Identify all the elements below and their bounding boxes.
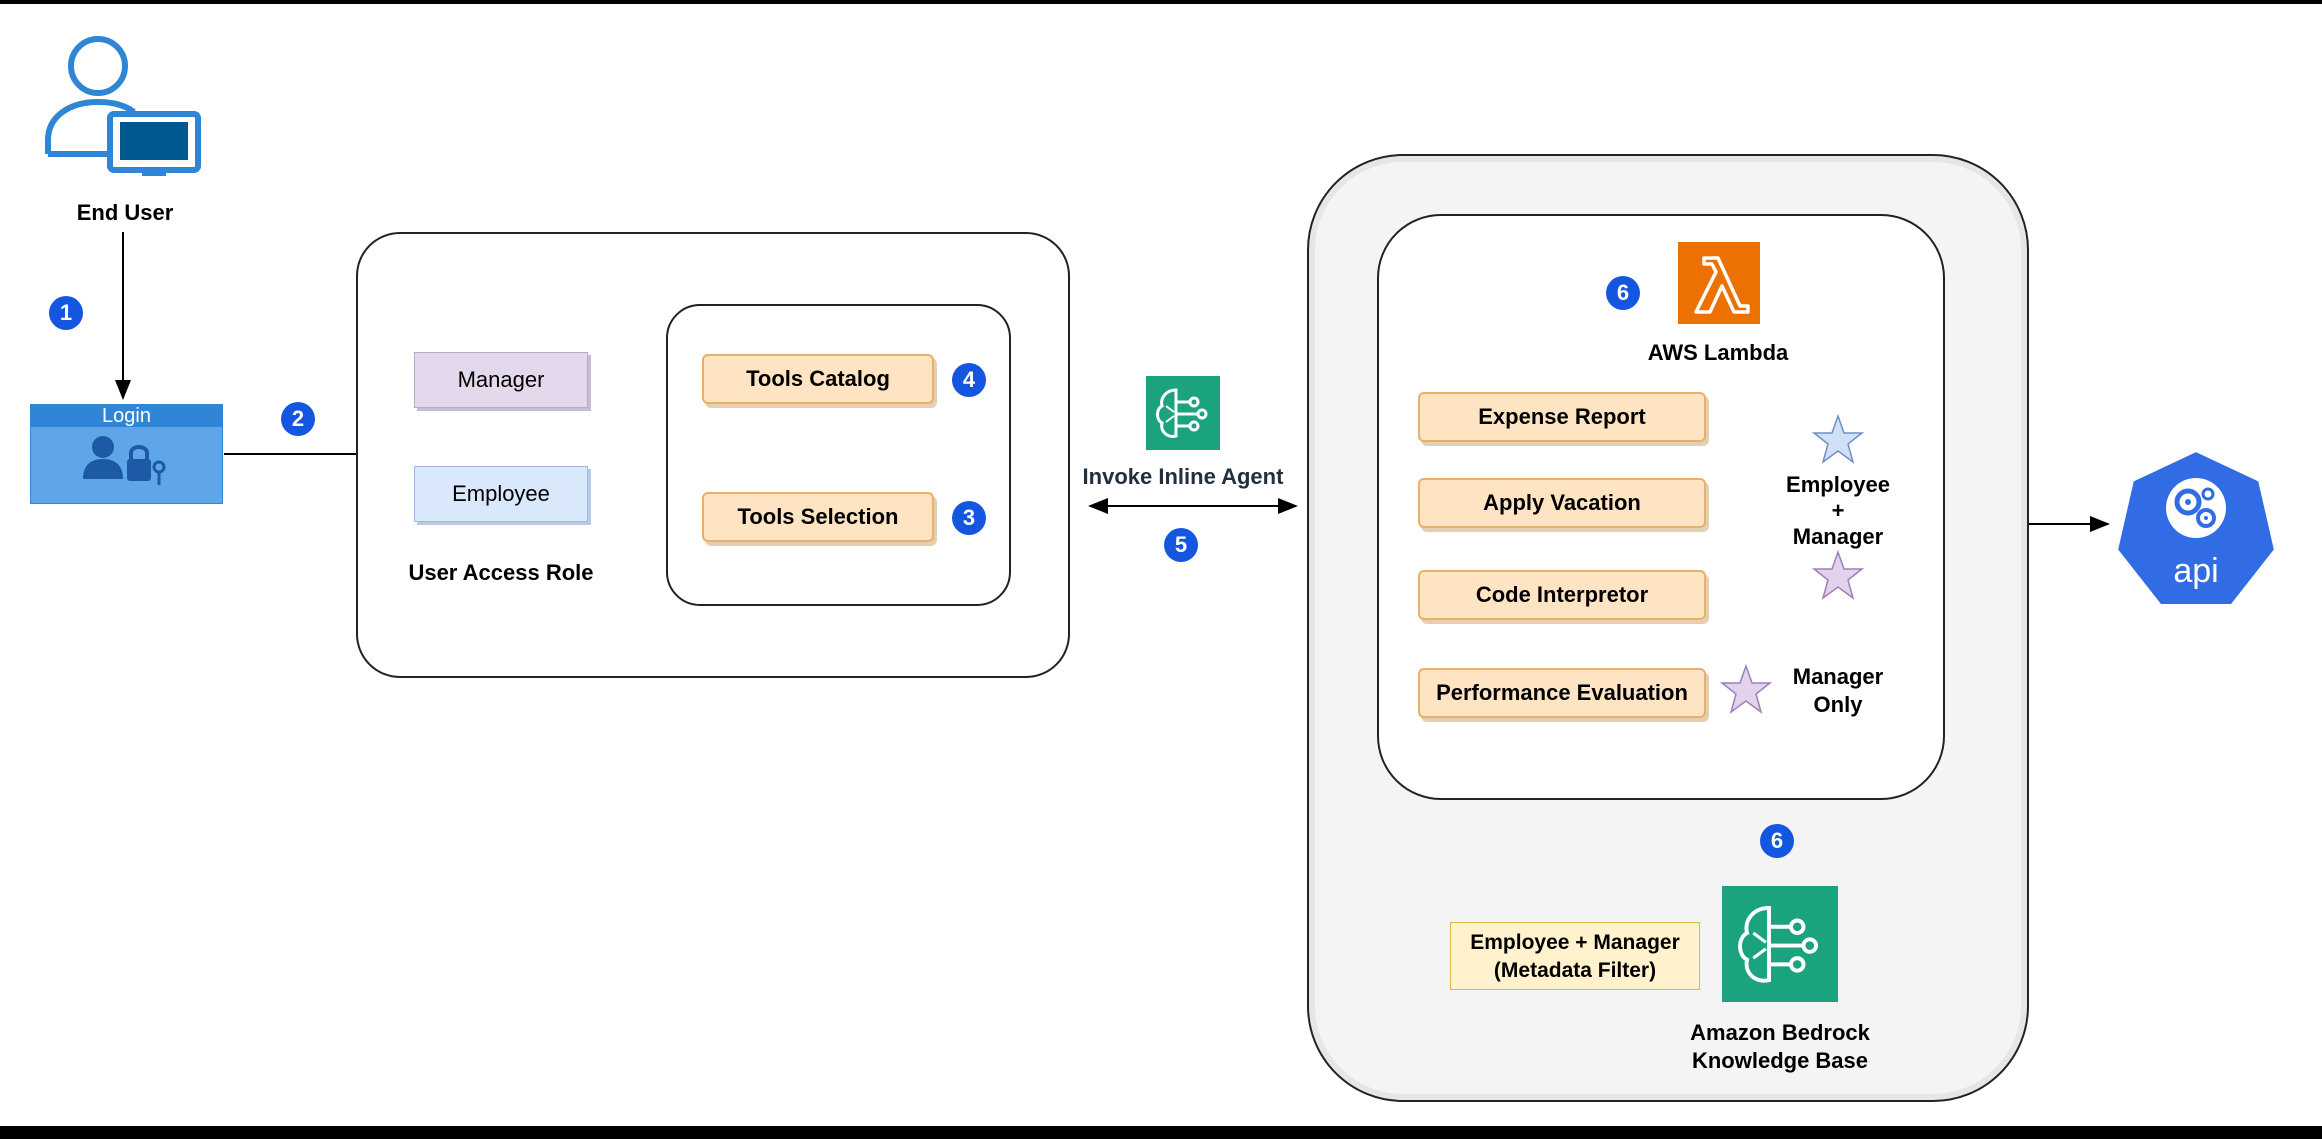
bedrock-kb-icon (1722, 886, 1838, 1002)
aws-lambda-label: AWS Lambda (1647, 340, 1789, 365)
role-manager[interactable]: Manager (414, 352, 588, 408)
step-badge-1: 1 (49, 296, 83, 330)
end-user-icon (42, 32, 207, 177)
architecture-diagram: End User 1 Login 2 Manager Employee User… (0, 4, 2322, 1126)
step-badge-3: 3 (952, 501, 986, 535)
step-badge-6a: 6 (1606, 276, 1640, 310)
login-user-key-icon (83, 436, 166, 485)
group-label-plus: + (1831, 498, 1845, 523)
tool-code-interpretor[interactable]: Code Interpretor (1418, 570, 1706, 620)
star-purple-manager-icon (1719, 663, 1773, 716)
star-purple-icon (1811, 549, 1865, 602)
step-badge-6b: 6 (1760, 824, 1794, 858)
aws-lambda-icon (1678, 242, 1760, 324)
filter-line1: Employee + Manager (1470, 931, 1680, 954)
invoke-agent-label: Invoke Inline Agent (1082, 464, 1284, 489)
step-badge-2: 2 (281, 402, 315, 436)
manager-only-line1: Manager (1792, 664, 1884, 689)
filter-line2: (Metadata Filter) (1493, 959, 1657, 982)
tools-catalog[interactable]: Tools Catalog (702, 354, 934, 404)
tools-selection[interactable]: Tools Selection (702, 492, 934, 542)
bedrock-agent-icon (1146, 376, 1220, 450)
group-label-employee: Employee (1786, 472, 1890, 497)
access-role-title: User Access Role (408, 560, 594, 585)
end-user-label: End User (76, 200, 174, 225)
manager-only-line2: Only (1813, 692, 1863, 717)
role-employee[interactable]: Employee (414, 466, 588, 522)
kb-label-line2: Knowledge Base (1691, 1048, 1869, 1073)
filter-box[interactable]: Employee + Manager (Metadata Filter) (1450, 922, 1700, 990)
login-title: Login (31, 405, 222, 427)
star-blue-icon (1811, 413, 1865, 466)
tool-performance-evaluation[interactable]: Performance Evaluation (1418, 668, 1706, 718)
kb-label-line1: Amazon Bedrock (1690, 1020, 1870, 1045)
group-label-manager: Manager (1792, 524, 1884, 549)
login-panel[interactable]: Login (30, 404, 223, 504)
step-badge-4: 4 (952, 363, 986, 397)
api-label: api (2173, 552, 2219, 590)
tool-expense-report[interactable]: Expense Report (1418, 392, 1706, 442)
step-badge-5: 5 (1164, 528, 1198, 562)
tool-apply-vacation[interactable]: Apply Vacation (1418, 478, 1706, 528)
tools-container (666, 304, 1011, 606)
